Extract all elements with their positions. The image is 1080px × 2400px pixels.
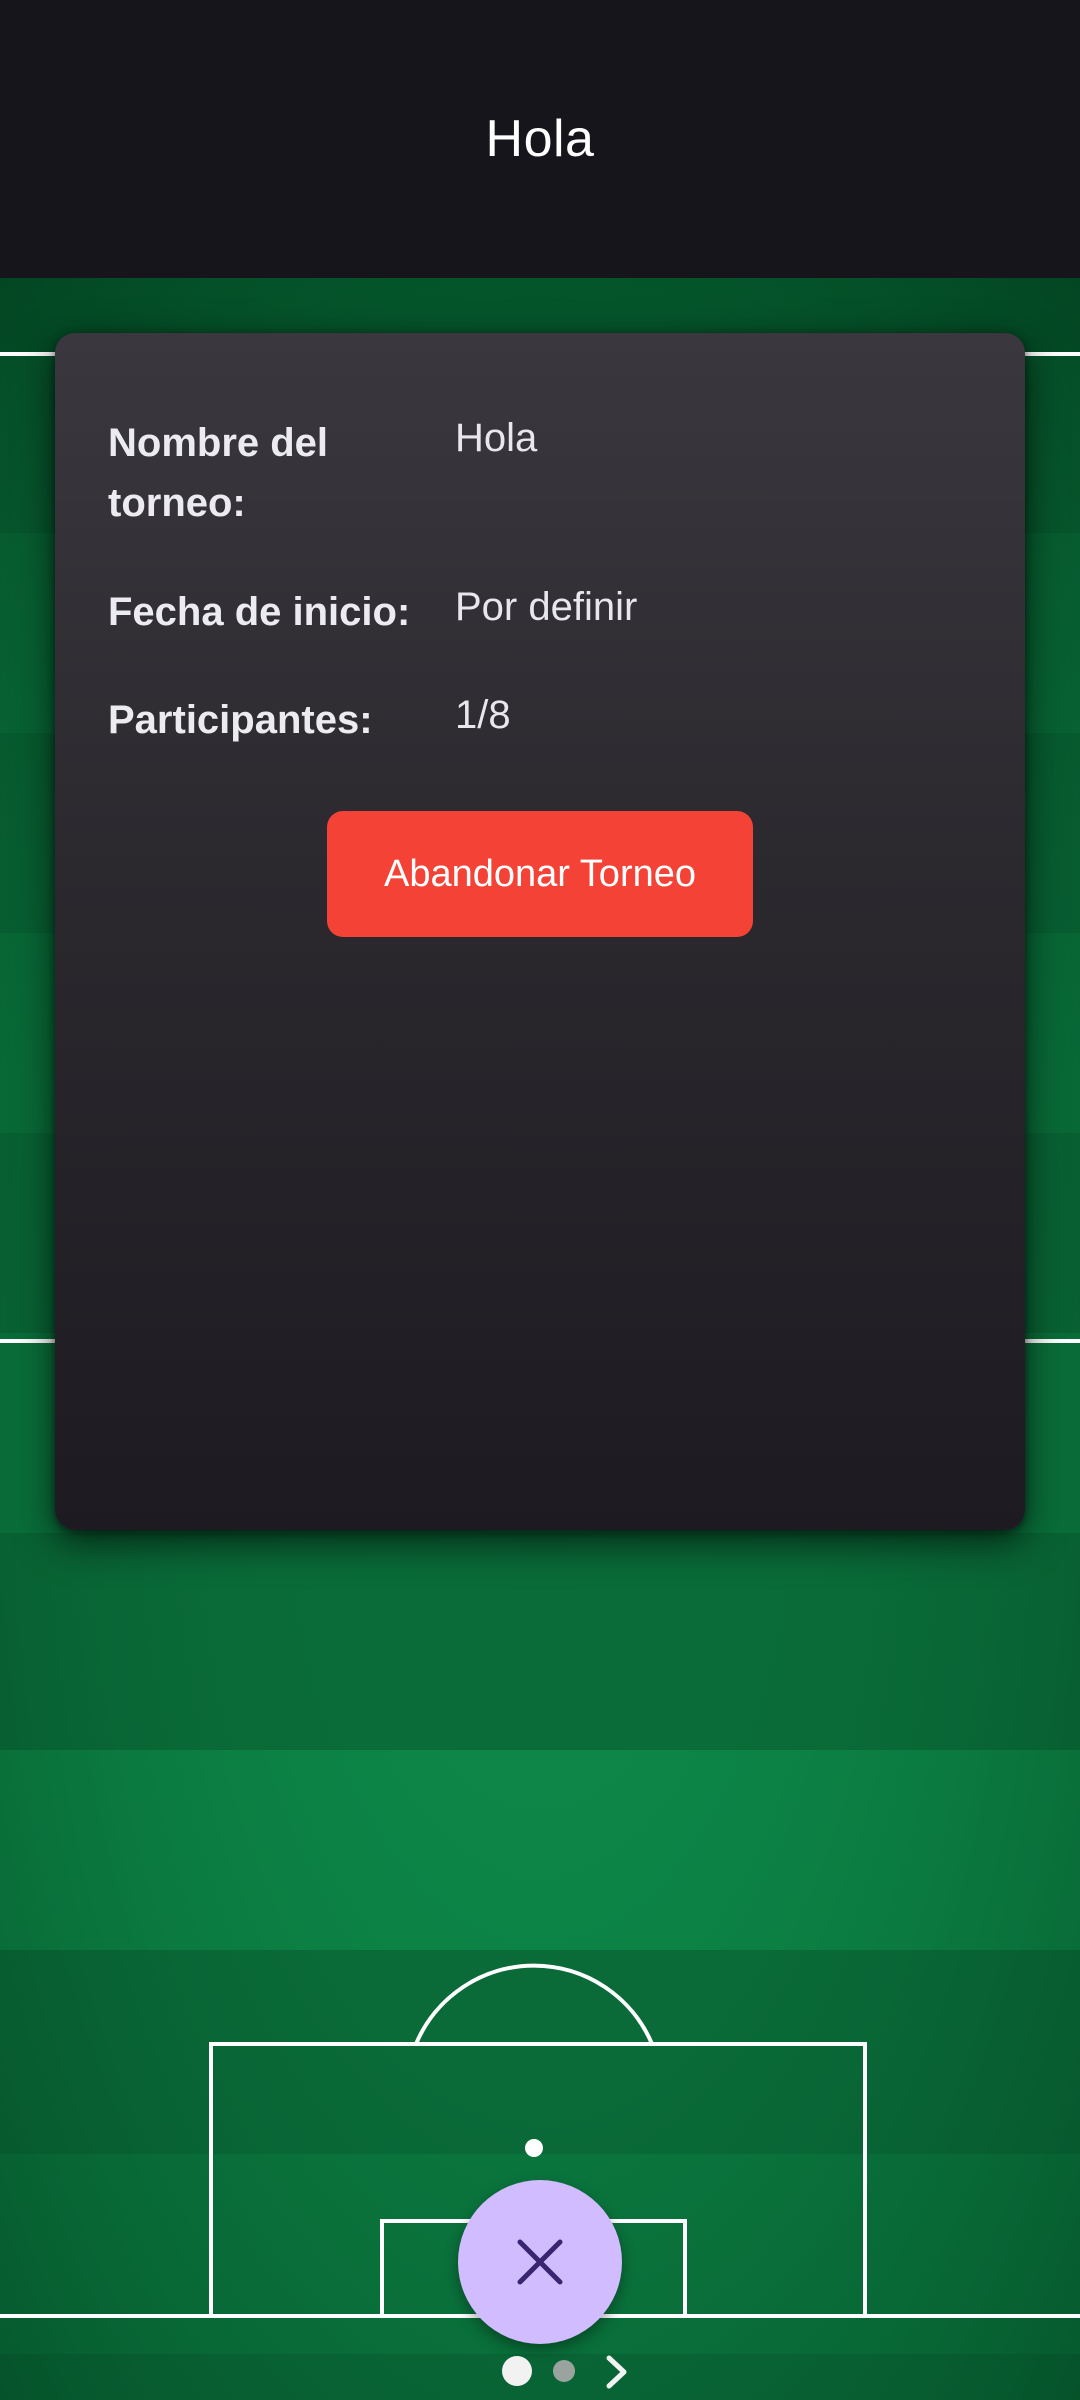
app-bar: Hola <box>0 0 1080 278</box>
tournament-info-card: Nombre del torneo: Hola Fecha de inicio:… <box>55 333 1025 1530</box>
page-title: Hola <box>485 110 595 168</box>
tournament-name-label: Nombre del torneo: <box>108 421 329 525</box>
start-date-row: Fecha de inicio: Por definir <box>108 582 988 642</box>
tournament-name-row: Nombre del torneo: Hola <box>108 413 988 533</box>
chevron-right-icon[interactable] <box>600 2352 634 2392</box>
tournament-name-value: Hola <box>455 416 538 460</box>
page-dot-inactive[interactable] <box>553 2360 575 2382</box>
app-screen: Hola Nombre del torneo: Hola Fecha de in… <box>0 0 1080 2400</box>
close-icon <box>517 2239 563 2285</box>
participants-row: Participantes: 1/8 <box>108 690 988 750</box>
leave-tournament-button[interactable]: Abandonar Torneo <box>327 811 753 937</box>
page-dot-active[interactable] <box>502 2356 532 2386</box>
close-fab-button[interactable] <box>458 2180 622 2344</box>
participants-value: 1/8 <box>455 693 511 737</box>
participants-label: Participantes: <box>108 698 373 742</box>
start-date-label: Fecha de inicio: <box>108 590 411 634</box>
page-indicator <box>0 2348 1080 2392</box>
start-date-value: Por definir <box>455 585 638 629</box>
